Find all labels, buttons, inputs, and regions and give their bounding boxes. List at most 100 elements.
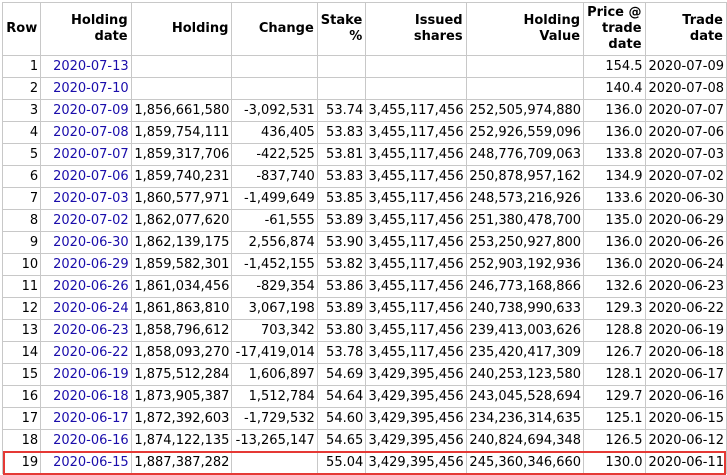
holding-date-link[interactable]: 2020-07-07 xyxy=(53,147,129,162)
cell-trade-date: 2020-06-18 xyxy=(644,341,727,364)
holding-date-link[interactable]: 2020-07-09 xyxy=(53,103,129,118)
cell-trade-date: 2020-07-08 xyxy=(644,77,727,100)
cell-issued-shares: 3,455,117,456 xyxy=(365,297,467,320)
cell-holding: 1,862,077,620 xyxy=(130,209,233,232)
table-row: 4 2020-07-08 1,859,754,111 436,405 53.83 3,45… xyxy=(1,121,727,144)
cell-change: -829,354 xyxy=(231,275,318,298)
cell-trade-date: 2020-06-16 xyxy=(644,385,727,408)
header-trade-date[interactable]: Trade date xyxy=(644,2,727,56)
header-stake-line2: % xyxy=(349,29,363,44)
header-issued-shares[interactable]: Issued shares xyxy=(365,2,467,56)
holding-date-link[interactable]: 2020-07-10 xyxy=(53,81,129,96)
cell-trade-date: 2020-07-09 xyxy=(644,55,727,78)
cell-price: 140.4 xyxy=(583,77,646,100)
holding-date-link[interactable]: 2020-07-13 xyxy=(53,59,129,74)
cell-stake: 53.89 xyxy=(316,209,367,232)
holding-date-link[interactable]: 2020-07-06 xyxy=(53,169,129,184)
header-holding-date[interactable]: Holding date xyxy=(40,2,132,56)
cell-trade-date: 2020-06-23 xyxy=(644,275,727,298)
cell-holding-date: 2020-06-22 xyxy=(40,341,132,364)
cell-price: 129.3 xyxy=(583,297,646,320)
holding-date-link[interactable]: 2020-06-19 xyxy=(53,367,129,382)
cell-trade-date: 2020-06-22 xyxy=(644,297,727,320)
cell-change xyxy=(231,55,318,78)
holding-date-link[interactable]: 2020-06-17 xyxy=(53,411,129,426)
cell-trade-date: 2020-06-15 xyxy=(644,407,727,430)
cell-price: 132.6 xyxy=(583,275,646,298)
header-holding-date-line1: Holding xyxy=(71,13,128,28)
table-row: 10 2020-06-29 1,859,582,301 -1,452,155 53.82… xyxy=(1,253,727,276)
holding-date-link[interactable]: 2020-06-22 xyxy=(53,345,129,360)
header-trade-date-line2: date xyxy=(689,29,723,44)
table-header: Row Holding date Holding Change Stake % … xyxy=(1,2,727,56)
cell-stake xyxy=(316,55,367,78)
cell-holding: 1,873,905,387 xyxy=(130,385,233,408)
header-trade-date-line1: Trade xyxy=(682,13,723,28)
cell-stake: 53.80 xyxy=(316,319,367,342)
cell-holding: 1,861,863,810 xyxy=(130,297,233,320)
cell-row-number: 6 xyxy=(1,165,42,188)
cell-change: -1,452,155 xyxy=(231,253,318,276)
header-price-at-trade-date[interactable]: Price @ trade date xyxy=(583,2,646,56)
cell-issued-shares: 3,455,117,456 xyxy=(365,143,467,166)
cell-holding-date: 2020-06-18 xyxy=(40,385,132,408)
holding-date-link[interactable]: 2020-06-26 xyxy=(53,279,129,294)
holding-date-link[interactable]: 2020-07-08 xyxy=(53,125,129,140)
header-holding[interactable]: Holding xyxy=(130,2,233,56)
cell-holding-date: 2020-07-02 xyxy=(40,209,132,232)
cell-stake: 54.69 xyxy=(316,363,367,386)
cell-row-number: 7 xyxy=(1,187,42,210)
cell-holding-date: 2020-07-06 xyxy=(40,165,132,188)
header-change[interactable]: Change xyxy=(231,2,318,56)
cell-holding-value: 253,250,927,800 xyxy=(465,231,585,254)
holding-date-link[interactable]: 2020-06-30 xyxy=(53,235,129,250)
cell-holding-value: 240,738,990,633 xyxy=(465,297,585,320)
cell-row-number: 10 xyxy=(1,253,42,276)
cell-row-number: 19 xyxy=(1,451,42,474)
header-value-line2: Value xyxy=(539,29,581,44)
cell-trade-date: 2020-06-19 xyxy=(644,319,727,342)
table-row: 19 2020-06-15 1,887,387,282 55.04 3,429,395,… xyxy=(1,451,727,474)
table-row: 18 2020-06-16 1,874,122,135 -13,265,147 54.6… xyxy=(1,429,727,452)
cell-holding-date: 2020-07-03 xyxy=(40,187,132,210)
header-row: Row Holding date Holding Change Stake % … xyxy=(1,2,727,56)
cell-stake: 53.90 xyxy=(316,231,367,254)
cell-trade-date: 2020-06-29 xyxy=(644,209,727,232)
cell-issued-shares xyxy=(365,55,467,78)
holding-date-link[interactable]: 2020-06-15 xyxy=(53,455,129,470)
cell-price: 133.6 xyxy=(583,187,646,210)
cell-change: -61,555 xyxy=(231,209,318,232)
cell-row-number: 17 xyxy=(1,407,42,430)
holding-date-link[interactable]: 2020-06-16 xyxy=(53,433,129,448)
cell-holding xyxy=(130,55,233,78)
header-holding-value[interactable]: Holding Value xyxy=(465,2,585,56)
holding-date-link[interactable]: 2020-06-29 xyxy=(53,257,129,272)
cell-row-number: 15 xyxy=(1,363,42,386)
cell-row-number: 4 xyxy=(1,121,42,144)
cell-price: 126.5 xyxy=(583,429,646,452)
cell-holding: 1,858,093,270 xyxy=(130,341,233,364)
cell-issued-shares: 3,455,117,456 xyxy=(365,99,467,122)
header-stake[interactable]: Stake % xyxy=(316,2,367,56)
header-row-number[interactable]: Row xyxy=(1,2,42,56)
cell-price: 136.0 xyxy=(583,253,646,276)
cell-issued-shares: 3,429,395,456 xyxy=(365,429,467,452)
holding-date-link[interactable]: 2020-07-02 xyxy=(53,213,129,228)
holding-date-link[interactable]: 2020-06-23 xyxy=(53,323,129,338)
cell-stake: 54.65 xyxy=(316,429,367,452)
cell-stake: 53.85 xyxy=(316,187,367,210)
header-holding-date-line2: date xyxy=(94,29,128,44)
cell-holding: 1,887,387,282 xyxy=(130,451,233,474)
cell-stake: 54.64 xyxy=(316,385,367,408)
cell-stake: 53.83 xyxy=(316,165,367,188)
cell-trade-date: 2020-07-06 xyxy=(644,121,727,144)
header-stake-line1: Stake xyxy=(320,13,363,28)
cell-issued-shares: 3,455,117,456 xyxy=(365,231,467,254)
table-row: 7 2020-07-03 1,860,577,971 -1,499,649 53.85 3… xyxy=(1,187,727,210)
holding-date-link[interactable]: 2020-06-18 xyxy=(53,389,129,404)
holding-date-link[interactable]: 2020-06-24 xyxy=(53,301,129,316)
cell-holding: 1,860,577,971 xyxy=(130,187,233,210)
cell-change: -3,092,531 xyxy=(231,99,318,122)
cell-issued-shares: 3,429,395,456 xyxy=(365,407,467,430)
holding-date-link[interactable]: 2020-07-03 xyxy=(53,191,129,206)
